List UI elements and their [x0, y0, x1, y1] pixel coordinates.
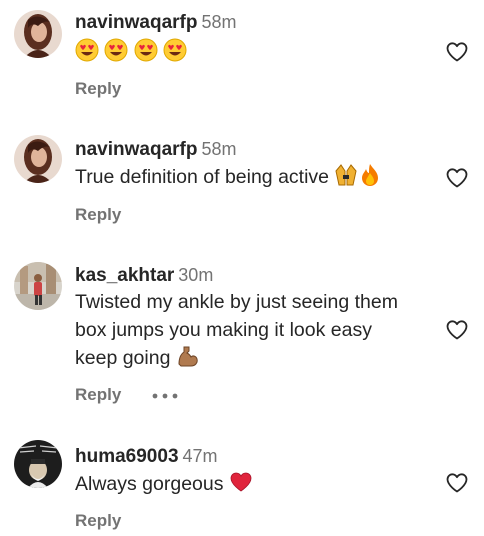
avatar[interactable] — [14, 135, 62, 183]
reply-button[interactable]: Reply — [75, 205, 121, 224]
timestamp: 58m — [201, 12, 237, 32]
heart-eyes-emoji — [104, 38, 128, 62]
reply-button[interactable]: Reply — [75, 79, 121, 98]
comment-header: navinwaqarfp 58m — [75, 137, 237, 163]
timestamp: 47m — [182, 446, 218, 466]
username[interactable]: huma69003 — [75, 446, 179, 467]
comment-actions: Reply — [75, 384, 178, 406]
username[interactable]: navinwaqarfp — [75, 139, 197, 160]
heart-outline-icon[interactable] — [445, 166, 469, 190]
comment-actions: Reply — [75, 204, 121, 226]
comment-text-line: keep going — [75, 347, 171, 369]
username[interactable]: kas_akhtar — [75, 265, 174, 286]
heart-outline-icon[interactable] — [445, 40, 469, 64]
username[interactable]: navinwaqarfp — [75, 12, 197, 33]
comment-header: huma69003 47m — [75, 444, 218, 470]
avatar[interactable] — [14, 440, 62, 488]
comment-header: navinwaqarfp 58m — [75, 10, 237, 36]
reply-button[interactable]: Reply — [75, 385, 121, 404]
red-heart-emoji — [230, 472, 252, 492]
comment-text: True definition of being active — [75, 163, 435, 192]
comment-text-body: Always gorgeous — [75, 473, 224, 495]
avatar[interactable] — [14, 262, 62, 310]
flexed-biceps-emoji — [178, 346, 198, 367]
timestamp: 30m — [178, 265, 214, 285]
more-options-icon[interactable] — [152, 393, 178, 399]
timestamp: 58m — [201, 139, 237, 159]
reply-button[interactable]: Reply — [75, 511, 121, 530]
avatar[interactable] — [14, 10, 62, 58]
comment-actions: Reply — [75, 78, 121, 100]
fire-emoji — [362, 164, 379, 186]
comment-actions: Reply — [75, 510, 121, 532]
comment-text-line: Twisted my ankle by just seeing them — [75, 291, 398, 313]
comment-text: Always gorgeous — [75, 470, 435, 499]
comment-text — [75, 38, 435, 67]
comment-text-body: True definition of being active — [75, 166, 330, 188]
raising-hands-emoji — [335, 164, 357, 186]
heart-eyes-emoji — [75, 38, 99, 62]
comment-header: kas_akhtar 30m — [75, 263, 213, 289]
heart-outline-icon[interactable] — [445, 471, 469, 495]
heart-eyes-emoji — [134, 38, 158, 62]
comment-text: Twisted my ankle by just seeing them box… — [75, 289, 435, 373]
comment-text-line: box jumps you making it look easy — [75, 318, 372, 341]
heart-outline-icon[interactable] — [445, 318, 469, 342]
heart-eyes-emoji — [163, 38, 187, 62]
